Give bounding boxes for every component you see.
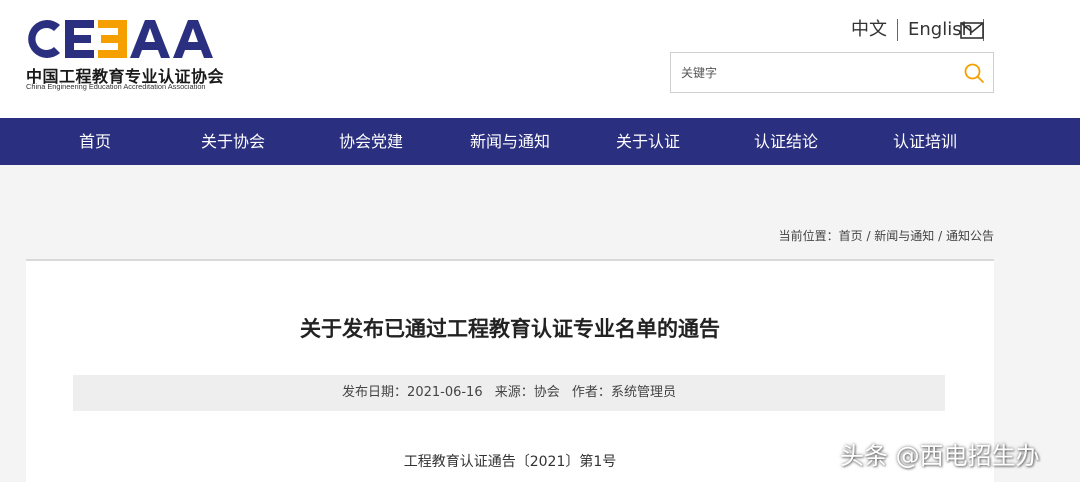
main-nav: 首页 关于协会 协会党建 新闻与通知 关于认证 认证结论 认证培训 <box>0 118 1080 165</box>
search-box <box>670 52 994 93</box>
lang-zh-link[interactable]: 中文 <box>841 18 897 42</box>
nav-item-results[interactable]: 认证结论 <box>754 118 818 165</box>
meta-source: 来源：协会 <box>495 385 560 400</box>
breadcrumb: 当前位置：首页 / 新闻与通知 / 通知公告 <box>779 227 994 244</box>
meta-source-label: 来源： <box>494 385 534 400</box>
meta-author-value: 系统管理员 <box>610 385 676 400</box>
meta-date-label: 发布日期： <box>342 385 408 400</box>
nav-item-accreditation[interactable]: 关于认证 <box>616 118 680 165</box>
site-header: 中国工程教育专业认证协会 China Engineering Education… <box>0 0 1080 118</box>
breadcrumb-item-news[interactable]: 新闻与通知 <box>874 229 934 243</box>
logo-name-en: China Engineering Education Accreditatio… <box>26 82 206 91</box>
meta-source-value: 协会 <box>533 385 560 400</box>
meta-date-value: 2021-06-16 <box>407 385 483 400</box>
meta-author-label: 作者： <box>571 385 611 400</box>
search-input[interactable] <box>671 53 951 92</box>
breadcrumb-separator: / <box>862 229 875 243</box>
nav-item-home[interactable]: 首页 <box>79 118 111 165</box>
article-meta: 发布日期：2021-06-16 来源：协会 作者：系统管理员 <box>73 375 945 411</box>
nav-item-about[interactable]: 关于协会 <box>201 118 265 165</box>
meta-date: 发布日期：2021-06-16 <box>342 385 483 400</box>
search-icon[interactable] <box>963 62 985 84</box>
nav-item-party[interactable]: 协会党建 <box>339 118 403 165</box>
meta-author: 作者：系统管理员 <box>572 385 676 400</box>
breadcrumb-prefix: 当前位置： <box>778 229 839 243</box>
breadcrumb-item-notices[interactable]: 通知公告 <box>946 229 994 243</box>
nav-item-training[interactable]: 认证培训 <box>893 118 957 165</box>
ceeaa-logo-icon <box>28 20 213 58</box>
mail-icon[interactable] <box>960 22 984 39</box>
article-title: 关于发布已通过工程教育认证专业名单的通告 <box>300 317 720 341</box>
breadcrumb-separator: / <box>934 229 946 243</box>
watermark-text: 头条 @西电招生办 <box>840 442 1040 470</box>
breadcrumb-item-home[interactable]: 首页 <box>839 229 863 243</box>
nav-item-news[interactable]: 新闻与通知 <box>470 118 550 165</box>
site-logo[interactable]: 中国工程教育专业认证协会 China Engineering Education… <box>24 16 224 94</box>
